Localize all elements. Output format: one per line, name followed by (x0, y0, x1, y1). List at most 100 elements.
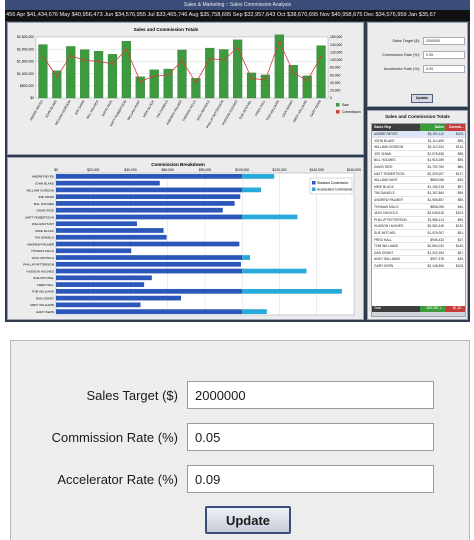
commission-rate-input[interactable] (187, 423, 434, 451)
cell-commission: $55, (457, 138, 464, 143)
sales-chart-title: Sales and Commission Totals (134, 27, 199, 32)
cell-sales: $946,432 (430, 237, 444, 242)
cell-sales: $1,187,864 (427, 191, 444, 196)
y-tick-label: ANDY WILLIAMS (30, 303, 54, 307)
table-row[interactable]: BILL HOLMES $1,918,289 $95, (372, 157, 465, 164)
commission-point (306, 79, 308, 82)
y-tick-label: $500,000 (20, 84, 34, 88)
commission-point (236, 46, 239, 49)
y-tick-label: DAN GRANT (36, 296, 54, 300)
cell-sales: $1,968,857 (427, 197, 444, 202)
y-tick-label: WILLIAM HUNT (32, 222, 54, 226)
standard-commission-bar (56, 201, 235, 206)
legend-label-sale: Sale (342, 103, 349, 107)
table-row[interactable]: FRED HALL $946,432 $47, (372, 237, 465, 244)
table-row[interactable]: ANDREW PALMER $1,968,857 $98, (372, 197, 465, 204)
y2-tick-label: 120,000 (330, 50, 342, 54)
table-row[interactable]: DAVID RICE $1,790,780 $89, (372, 164, 465, 171)
sale-bar (274, 34, 284, 99)
cell-commission: $108, (455, 263, 464, 268)
sale-bar (52, 70, 62, 99)
table-row[interactable]: DAN GRANT $1,342,254 $67, (372, 250, 465, 257)
window-title: Sales & Marketing :: Sales Commission An… (5, 0, 470, 10)
x-tick-label: TOM WILLIAMS (265, 100, 280, 122)
accelerator-rate-input[interactable] (187, 465, 434, 493)
thumb-commission-rate-label: Commission Rate (%): (382, 52, 420, 57)
table-row[interactable]: GARY KERN $2,146,896 $108, (372, 263, 465, 270)
standard-commission-bar (56, 207, 223, 213)
table-row[interactable]: MIKE BLACK $1,155,215 $57, (372, 184, 465, 191)
x-tick-label: $140,000 (310, 168, 324, 172)
commission-breakdown-chart: Commission Breakdown $0 $20,000 $40,000 $60… (23, 162, 361, 316)
accelerated-commission-bar (242, 309, 267, 314)
commission-breakdown-panel: Commission Breakdown $0 $20,000 $40,000 $60… (7, 157, 364, 320)
thumb-accelerator-rate-input[interactable]: 0.09 (423, 64, 465, 73)
rates-panel: Sales Target ($): 2000000 Commission Rat… (367, 22, 468, 107)
thumb-sales-target-input[interactable]: 2000000 (423, 36, 465, 45)
header-commission[interactable]: Commi... (446, 124, 465, 131)
cell-commission: $110, (455, 145, 464, 150)
legend-swatch-sale (336, 103, 340, 107)
table-row[interactable]: TIM DANIELS $1,187,864 $59, (372, 190, 465, 197)
table-row[interactable]: WILLIAM GORDON $2,112,924 $110, (372, 144, 465, 151)
table-row[interactable]: WILLIAM HUNT $869,056 $43, (372, 177, 465, 184)
y-tick-label: HUDSON HUGHES (26, 269, 54, 273)
commission-point (222, 59, 225, 61)
legend-label-accelerated: Accelerated Commission (317, 188, 352, 192)
standard-commission-bar (56, 228, 164, 233)
table-horizontal-scrollbar[interactable] (372, 312, 465, 316)
cell-sales: $2,146,896 (427, 263, 444, 268)
standard-commission-bar (56, 268, 243, 274)
table-row[interactable]: SUE MITCHEL $1,029,007 $51, (372, 230, 465, 237)
table-row[interactable]: TOM WILLIAMS $2,594,034 $149, (372, 243, 465, 250)
cell-sales: $2,383,446 (427, 224, 444, 229)
table-row[interactable]: MATT ROBERTSON $2,329,007 $127, (372, 171, 465, 178)
sales-target-input[interactable] (187, 381, 434, 409)
standard-commission-bar (56, 288, 243, 294)
cell-sales-rep: JOHN BLAKE (374, 138, 395, 143)
y-tick-label: JOE SHAW (38, 195, 54, 199)
table-row[interactable]: THOMAS MILLS $808,059 $40, (372, 204, 465, 211)
update-button[interactable]: Update (205, 506, 291, 534)
cell-sales: $1,029,007 (427, 230, 444, 235)
x-tick-label: JOHN BLAKE (44, 100, 57, 119)
table-row[interactable]: JACK NICHOLS $2,046,515 $103, (372, 210, 465, 217)
y-tick-label: MIKE BLACK (35, 229, 55, 233)
cell-commission: $43, (457, 178, 464, 183)
totals-table-panel: Sales and Commission Totals Sales Rep Sa… (367, 110, 468, 320)
commission-point (42, 55, 44, 58)
cell-sales-rep: DAVID RICE (374, 164, 393, 169)
thumb-commission-rate-input[interactable]: 0.05 (423, 50, 465, 59)
table-row[interactable]: PHILLIP PATTERSON $1,986,113 $99, (372, 217, 465, 224)
standard-commission-bar (56, 261, 241, 267)
cell-sales: $2,191,112 (427, 132, 444, 136)
commission-rate-row: Commission Rate (%) (11, 423, 471, 451)
totals-table-title: Sales and Commission Totals (385, 114, 450, 119)
header-sales[interactable]: Sales (420, 124, 446, 131)
cell-commission: $103, (455, 211, 464, 216)
x-tick-label: HUDSON HUGHES (221, 100, 239, 127)
standard-commission-bar (56, 194, 241, 200)
cell-sales-rep: ANDREW PALMER (374, 197, 403, 202)
header-sales-rep[interactable]: Sales Rep (372, 124, 420, 131)
x-tick-label: JOE SHAW (74, 100, 86, 116)
y-tick-label: FRED HALL (37, 283, 54, 287)
table-row[interactable]: JOE SHAW $1,978,836 $98, (372, 151, 465, 158)
sale-bar (316, 45, 326, 99)
cell-sales: $1,114,480 (427, 138, 444, 143)
table-row[interactable]: JOHN BLAKE $1,114,480 $55, (372, 138, 465, 145)
cell-sales-rep: TOM WILLIAMS (374, 244, 398, 249)
x-tick-label: DAN GRANT (281, 99, 294, 117)
cell-commission: $57, (457, 184, 464, 189)
table-row[interactable]: ANDRE REYES $2,191,112 $109, (372, 131, 465, 138)
thumb-update-button[interactable]: Update (411, 94, 433, 103)
cell-sales-rep: SUE MITCHEL (374, 230, 397, 235)
commission-point (167, 74, 169, 77)
cell-sales-rep: DAN GRANT (374, 250, 394, 255)
y-tick-label: ANDREW PALMER (27, 242, 55, 246)
commission-point (83, 59, 86, 62)
cell-sales: $1,986,113 (427, 217, 444, 222)
cell-sales: $2,594,034 (427, 244, 444, 249)
table-row[interactable]: HUDSON HUGHES $2,383,446 $132, (372, 223, 465, 230)
table-row[interactable]: ANDY WILLIAMS $907,378 $45, (372, 256, 465, 263)
